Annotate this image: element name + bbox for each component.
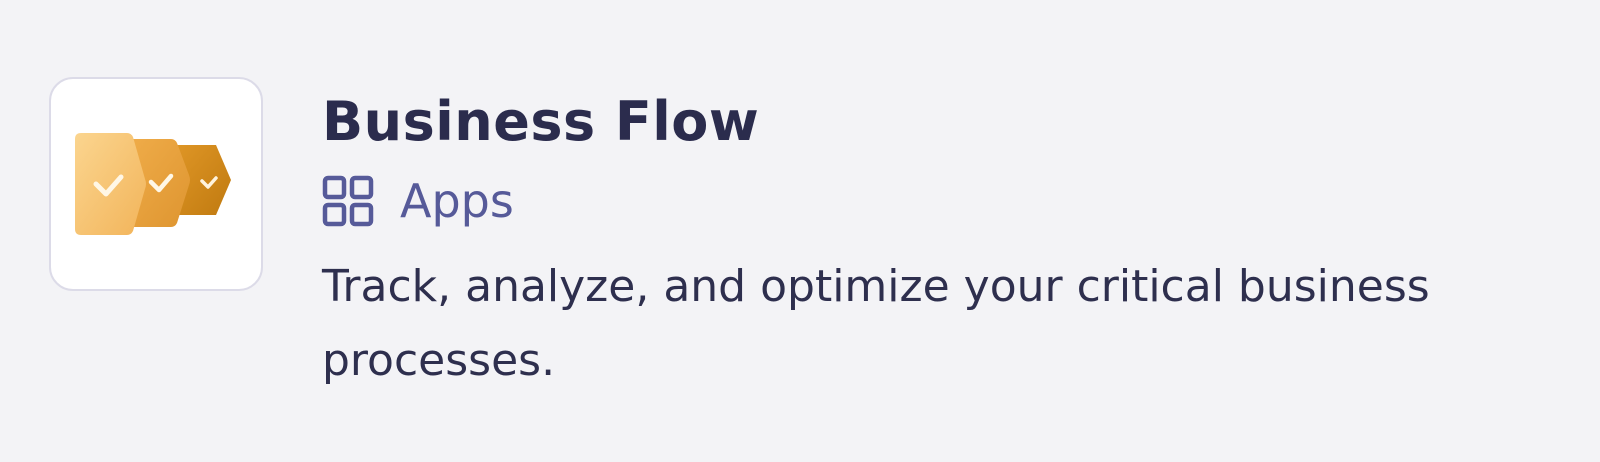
app-category[interactable]: Apps xyxy=(322,166,1562,236)
app-title[interactable]: Business Flow xyxy=(322,86,1562,158)
app-logo xyxy=(49,77,263,291)
apps-grid-icon xyxy=(322,175,374,227)
app-info: Business Flow Apps Track, analyze, and o… xyxy=(322,86,1562,398)
business-flow-logo-icon xyxy=(75,133,231,235)
app-card[interactable]: Business Flow Apps Track, analyze, and o… xyxy=(0,0,1600,462)
app-description: Track, analyze, and optimize your critic… xyxy=(322,261,1430,386)
app-category-label: Apps xyxy=(400,174,514,228)
